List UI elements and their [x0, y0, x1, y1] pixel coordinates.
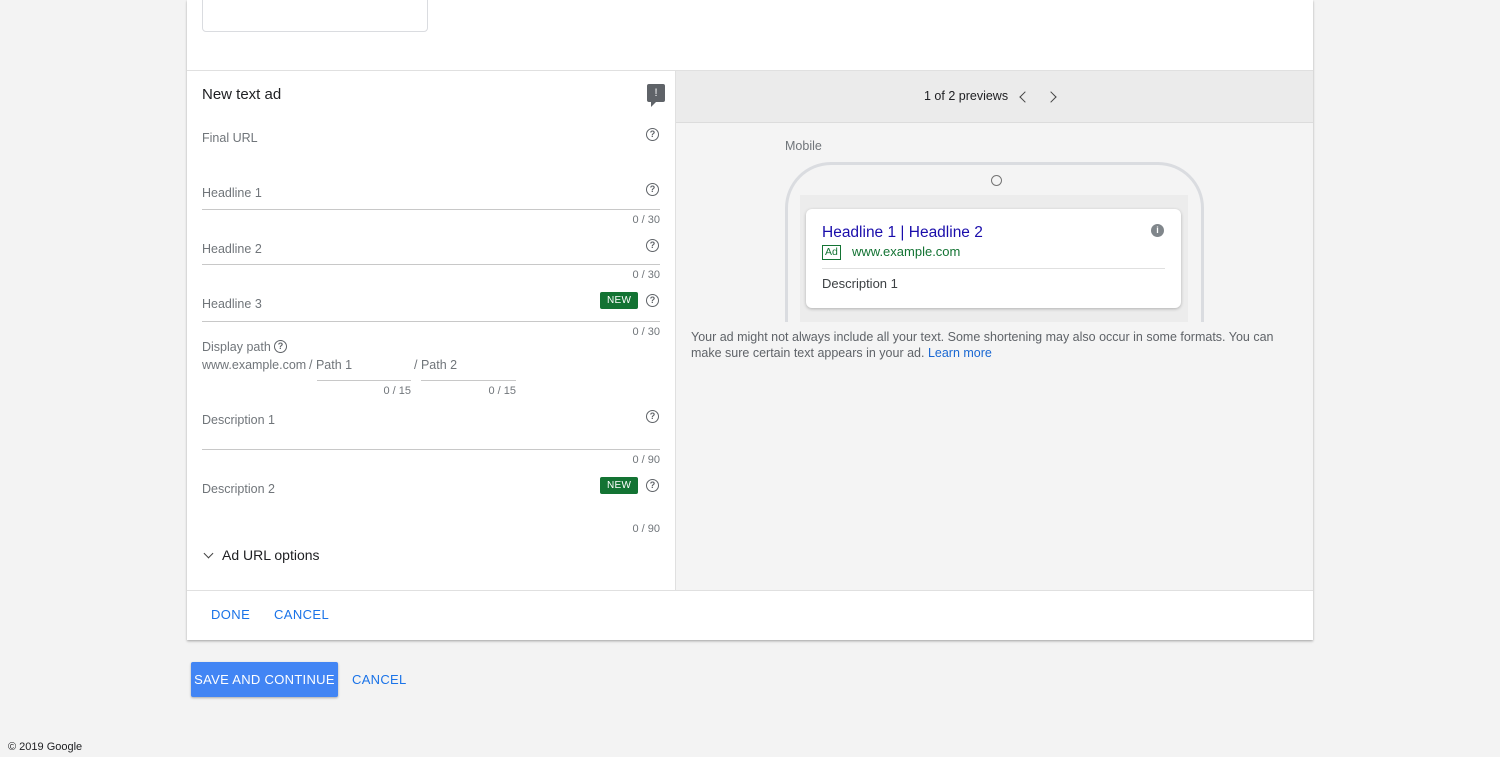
- save-and-continue-button[interactable]: SAVE AND CONTINUE: [191, 662, 338, 697]
- description2-counter: 0 / 90: [632, 523, 660, 535]
- ad-description: Description 1: [822, 276, 898, 291]
- headline1-label[interactable]: Headline 1: [202, 186, 262, 200]
- new-badge: NEW: [600, 292, 639, 309]
- headline1-counter: 0 / 30: [632, 214, 660, 226]
- final-url-label[interactable]: Final URL: [202, 131, 258, 145]
- ad-url-options-label: Ad URL options: [222, 547, 320, 563]
- description1-label[interactable]: Description 1: [202, 413, 275, 427]
- ad-badge: Ad: [822, 245, 841, 260]
- ad-preview-panel: 1 of 2 previews Mobile Headline 1 | Head…: [675, 71, 1313, 590]
- headline1-underline: [202, 209, 660, 210]
- path2-input[interactable]: / Path 2: [414, 358, 457, 372]
- headline2-help-icon[interactable]: ?: [646, 239, 659, 252]
- info-icon[interactable]: i: [1151, 224, 1164, 237]
- panel-title: New text ad: [202, 86, 282, 103]
- phone-frame: Headline 1 | Headline 2 Ad www.example.c…: [785, 162, 1204, 322]
- phone-speaker-icon: [991, 175, 1002, 186]
- done-button[interactable]: DONE: [211, 607, 250, 622]
- phone-screen: Headline 1 | Headline 2 Ad www.example.c…: [800, 195, 1188, 322]
- description1-counter: 0 / 90: [632, 454, 660, 466]
- ad-url-options-toggle[interactable]: Ad URL options: [202, 547, 320, 563]
- ad-headline: Headline 1 | Headline 2: [822, 224, 983, 241]
- new-badge: NEW: [600, 477, 639, 494]
- preview-nav-bar: 1 of 2 previews: [676, 71, 1313, 123]
- description2-help-icon[interactable]: ?: [646, 479, 659, 492]
- description1-underline: [202, 449, 660, 450]
- copyright: © 2019 Google: [8, 741, 83, 753]
- preview-note: Your ad might not always include all you…: [691, 330, 1301, 361]
- description1-help-icon[interactable]: ?: [646, 410, 659, 423]
- headline3-help-icon[interactable]: ?: [646, 294, 659, 307]
- previous-input-field[interactable]: [202, 0, 428, 32]
- headline3-label[interactable]: Headline 3: [202, 297, 262, 311]
- ad-editor-card: New text ad ! Final URL ? Headline 1 ? 0…: [187, 0, 1313, 640]
- chevron-down-icon: [203, 548, 214, 558]
- path2-counter: 0 / 15: [488, 385, 516, 397]
- device-label: Mobile: [785, 139, 822, 153]
- chevron-left-icon[interactable]: [1019, 91, 1031, 103]
- feedback-icon[interactable]: !: [647, 84, 665, 107]
- path1-counter: 0 / 15: [383, 385, 411, 397]
- divider: [187, 590, 1313, 591]
- ad-preview-card: Headline 1 | Headline 2 Ad www.example.c…: [806, 209, 1181, 308]
- chevron-right-icon[interactable]: [1045, 91, 1057, 103]
- display-path-domain: www.example.com: [202, 358, 307, 372]
- cancel-button[interactable]: CANCEL: [274, 607, 329, 622]
- path2-underline: [421, 380, 516, 381]
- headline2-label[interactable]: Headline 2: [202, 242, 262, 256]
- path1-underline: [317, 380, 411, 381]
- display-path-label: Display path: [202, 340, 271, 354]
- cancel-page-button[interactable]: CANCEL: [352, 672, 407, 687]
- learn-more-link[interactable]: Learn more: [928, 346, 992, 360]
- headline1-help-icon[interactable]: ?: [646, 183, 659, 196]
- headline2-underline: [202, 264, 660, 265]
- headline2-counter: 0 / 30: [632, 269, 660, 281]
- ad-divider: [822, 268, 1165, 269]
- headline3-counter: 0 / 30: [632, 326, 660, 338]
- path1-input[interactable]: / Path 1: [309, 358, 352, 372]
- headline3-underline: [202, 321, 660, 322]
- ad-form-panel: New text ad ! Final URL ? Headline 1 ? 0…: [187, 71, 675, 590]
- ad-display-url: www.example.com: [852, 244, 961, 259]
- preview-count: 1 of 2 previews: [924, 89, 1009, 103]
- final-url-help-icon[interactable]: ?: [646, 128, 659, 141]
- description2-label[interactable]: Description 2: [202, 482, 275, 496]
- display-path-help-icon[interactable]: ?: [274, 340, 287, 353]
